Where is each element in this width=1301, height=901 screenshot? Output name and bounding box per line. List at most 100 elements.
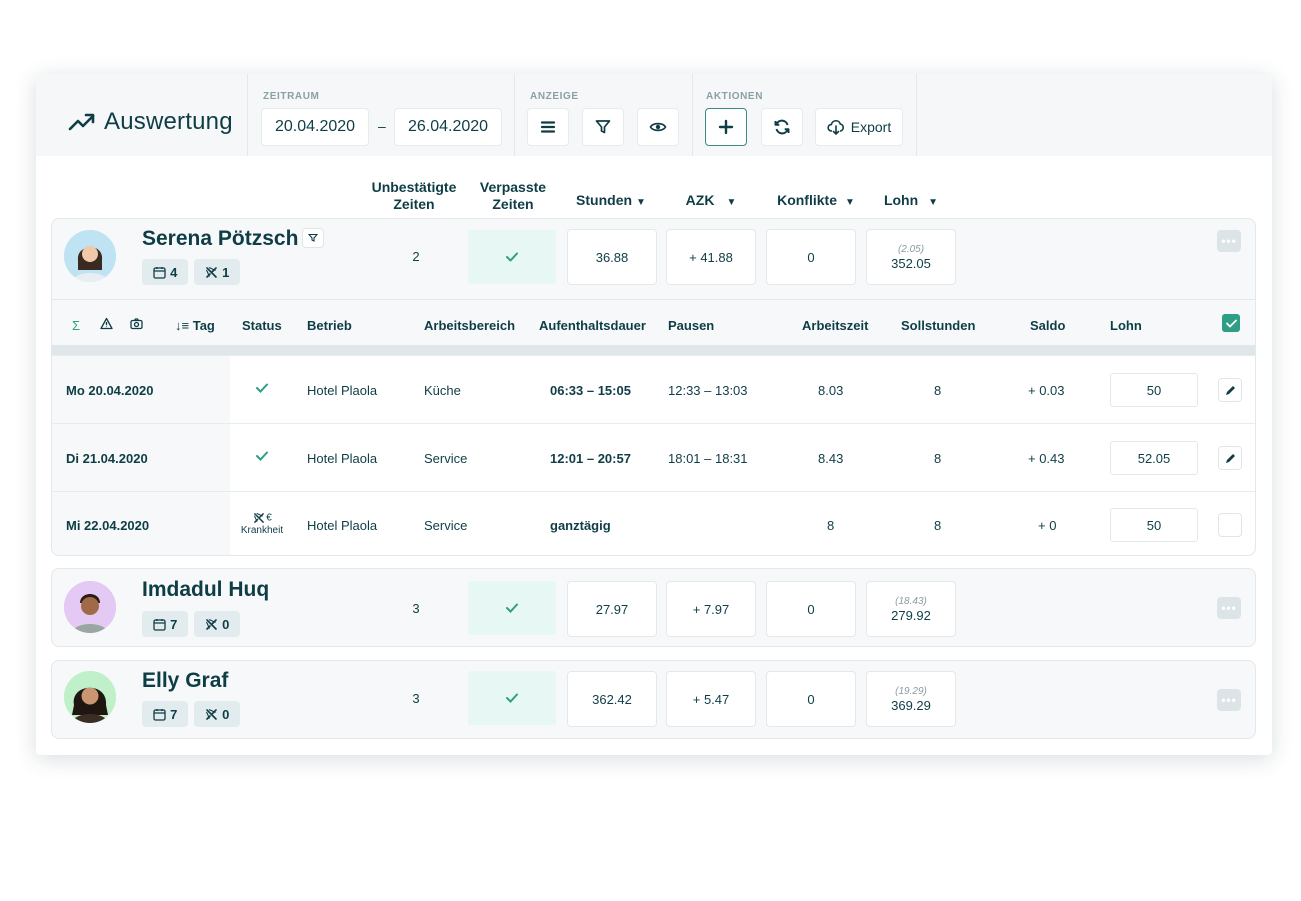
row-saldo: + 0	[1038, 518, 1057, 533]
employee-filter-button[interactable]	[302, 228, 324, 248]
lohn-text: 352.05	[891, 255, 931, 271]
sort-desc-icon: ↓≡	[175, 318, 190, 333]
filter-icon	[308, 233, 318, 242]
col-lohn-sort[interactable]: Lohn ▼	[866, 192, 956, 211]
row-checkbox[interactable]	[1218, 513, 1242, 537]
shift-count-badge[interactable]: 7	[142, 701, 188, 727]
absence-count-badge[interactable]: 0	[194, 611, 240, 637]
row-lohn-input[interactable]: 52.05	[1110, 441, 1198, 475]
more-options-button[interactable]: •••	[1217, 230, 1241, 252]
row-dauer: 06:33 – 15:05	[550, 383, 631, 398]
check-icon	[1225, 319, 1237, 328]
employee-card: Serena Pötzsch 4 1 2 36.88 + 41.88 0 (2.…	[51, 218, 1256, 556]
calendar-icon	[152, 618, 166, 631]
absence-count-badge[interactable]: 1	[194, 259, 240, 285]
row-bereich: Service	[424, 451, 468, 466]
evaluation-panel: Auswertung ZEITRAUM 20.04.2020 – 26.04.2…	[36, 74, 1272, 755]
filter-icon	[595, 120, 611, 134]
stunden-value[interactable]: 362.42	[567, 671, 657, 727]
employee-name[interactable]: Serena Pötzsch	[142, 227, 298, 251]
sum-icon[interactable]: Σ	[72, 318, 80, 333]
camera-icon[interactable]	[130, 317, 143, 333]
lohn-value[interactable]: (2.05) 352.05	[866, 229, 956, 285]
more-options-button[interactable]: •••	[1217, 597, 1241, 619]
date-to-input[interactable]: 26.04.2020	[394, 108, 502, 146]
chevron-down-icon: ▼	[726, 197, 737, 208]
edit-button[interactable]	[1218, 378, 1242, 402]
row-lohn-input[interactable]: 50	[1110, 373, 1198, 407]
col-unbestaetigte-zeiten: Unbestätigte Zeiten	[366, 179, 462, 213]
row-bereich: Service	[424, 518, 468, 533]
table-row[interactable]: Mi 22.04.2020 € Krankheit Hotel Plaola S…	[52, 491, 1255, 555]
detail-divider	[52, 345, 1255, 355]
stunden-value[interactable]: 27.97	[567, 581, 657, 637]
export-button[interactable]: Export	[815, 108, 903, 146]
row-pausen: 12:33 – 13:03	[668, 383, 748, 398]
col-konflikte-sort[interactable]: Konflikte ▼	[766, 192, 866, 211]
shift-count: 7	[170, 706, 178, 722]
row-pausen: 18:01 – 18:31	[668, 451, 748, 466]
refresh-icon	[774, 119, 790, 135]
arbeitsbereich-header: Arbeitsbereich	[424, 318, 516, 333]
table-row[interactable]: Mo 20.04.2020 Hotel Plaola Küche 06:33 –…	[52, 355, 1255, 423]
edit-button[interactable]	[1218, 446, 1242, 470]
plus-icon	[718, 119, 734, 135]
table-row[interactable]: Di 21.04.2020 Hotel Plaola Service 12:01…	[52, 423, 1255, 491]
row-saldo: + 0.03	[1028, 383, 1065, 398]
export-label: Export	[850, 119, 892, 135]
azk-value[interactable]: + 41.88	[666, 229, 756, 285]
azk-value[interactable]: + 5.47	[666, 671, 756, 727]
trending-up-icon	[68, 113, 95, 131]
col-azk-sort[interactable]: AZK ▼	[666, 192, 756, 211]
employee-name[interactable]: Imdadul Huq	[142, 578, 269, 602]
sick-pay-icon: €	[230, 512, 294, 525]
azk-value[interactable]: + 7.97	[666, 581, 756, 637]
warning-icon[interactable]	[100, 317, 113, 333]
date-from-input[interactable]: 20.04.2020	[261, 108, 369, 146]
stunden-value[interactable]: 36.88	[567, 229, 657, 285]
page-title-group: Auswertung	[68, 108, 233, 136]
row-soll: 8	[934, 518, 942, 533]
status-header: Status	[242, 318, 282, 333]
col-label-line: Verpasste	[479, 179, 547, 195]
check-icon	[256, 449, 268, 464]
shift-count-badge[interactable]: 7	[142, 611, 188, 637]
row-day: Mo 20.04.2020	[66, 383, 154, 398]
missed-times-status	[468, 230, 556, 284]
cloud-download-icon	[827, 119, 844, 135]
konflikte-value[interactable]: 0	[766, 671, 856, 727]
select-all-checkbox[interactable]	[1222, 314, 1240, 332]
row-betrieb: Hotel Plaola	[307, 451, 378, 466]
col-stunden-sort[interactable]: Stunden ▼	[566, 192, 656, 211]
konflikte-value[interactable]: 0	[766, 229, 856, 285]
divider	[514, 74, 515, 156]
lohn-header: Lohn	[1110, 318, 1142, 333]
filter-button[interactable]	[582, 108, 624, 146]
row-soll: 8	[934, 383, 942, 398]
lohn-text: 369.29	[891, 697, 931, 713]
add-button[interactable]	[705, 108, 747, 146]
check-icon	[506, 693, 518, 703]
visibility-button[interactable]	[637, 108, 679, 146]
absence-count-badge[interactable]: 0	[194, 701, 240, 727]
divider	[916, 74, 917, 156]
refresh-button[interactable]	[761, 108, 803, 146]
employee-name[interactable]: Elly Graf	[142, 669, 228, 693]
more-options-button[interactable]: •••	[1217, 689, 1241, 711]
check-icon	[256, 381, 268, 396]
chevron-down-icon: ▼	[636, 197, 646, 208]
lohn-sub: (18.43)	[895, 595, 927, 607]
date-separator: –	[378, 118, 386, 134]
tag-label: Tag	[192, 318, 215, 333]
sort-tag-header[interactable]: ↓≡ Tag	[175, 318, 215, 333]
row-lohn-input[interactable]: 50	[1110, 508, 1198, 542]
row-saldo: + 0.43	[1028, 451, 1065, 466]
col-azk-label: AZK	[685, 192, 715, 208]
shift-count-badge[interactable]: 4	[142, 259, 188, 285]
konflikte-value[interactable]: 0	[766, 581, 856, 637]
eye-icon	[649, 122, 667, 132]
lohn-value[interactable]: (18.43) 279.92	[866, 581, 956, 637]
lohn-value[interactable]: (19.29) 369.29	[866, 671, 956, 727]
list-view-button[interactable]	[527, 108, 569, 146]
pausen-header: Pausen	[668, 318, 715, 333]
